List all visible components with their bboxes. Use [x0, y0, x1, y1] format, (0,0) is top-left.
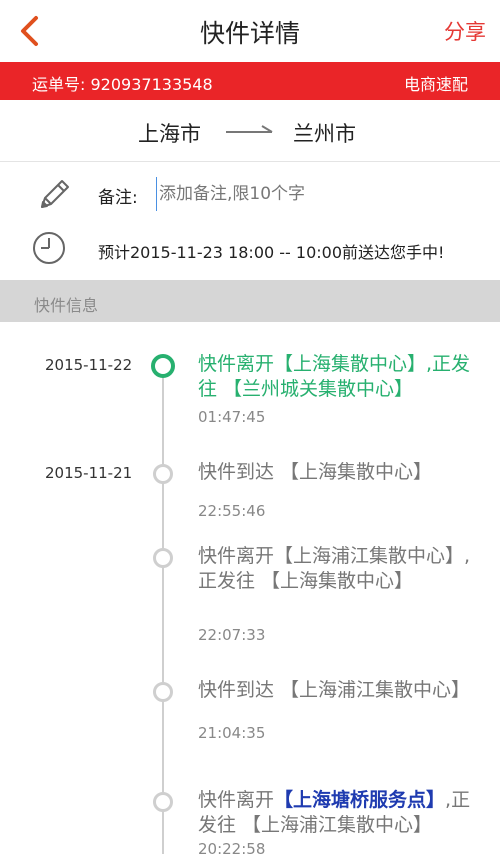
- waybill-number-value: 920937133548: [90, 75, 213, 94]
- event-description: 快件到达 【上海集散中心】: [198, 460, 480, 485]
- event-time: 22:55:46: [198, 502, 266, 520]
- event-highlight: 【上海塘桥服务点】: [274, 789, 446, 811]
- status-dot: [153, 682, 173, 702]
- service-type: 电商速配: [403, 75, 468, 94]
- section-title: 快件信息: [34, 296, 99, 315]
- waybill-number: 运单号: 920937133548: [32, 71, 213, 95]
- tracking-timeline: 2015-11-22 快件离开【上海集散中心】,正发往 【兰州城关集散中心】 01:…: [0, 322, 500, 854]
- note-row: 备注:: [0, 163, 500, 225]
- page-title: 快件详情: [199, 19, 300, 48]
- pencil-icon: [41, 180, 69, 208]
- current-status-dot: [151, 354, 175, 378]
- event-time: 21:04:35: [198, 724, 266, 742]
- waybill-bar: 运单号: 920937133548 电商速配: [0, 62, 500, 100]
- event-description: 快件到达 【上海浦江集散中心】: [198, 678, 480, 703]
- event-text: 快件离开【上海浦江集散中心】,正发往 【上海集散中心】: [198, 545, 471, 592]
- origin-city: 上海市: [138, 122, 201, 146]
- header-bar: 快件详情 分享: [0, 0, 500, 62]
- status-dot: [153, 548, 173, 568]
- section-header: 快件信息: [0, 280, 500, 322]
- event-description: 快件离开【上海浦江集散中心】,正发往 【上海集散中心】: [198, 544, 480, 594]
- eta-row: 预计2015-11-23 18:00 -- 10:00前送达您手中!: [0, 225, 500, 280]
- status-dot: [153, 792, 173, 812]
- event-date: 2015-11-22: [45, 356, 133, 374]
- eta-text: 预计2015-11-23 18:00 -- 10:00前送达您手中!: [98, 243, 445, 262]
- event-description: 快件离开【上海塘桥服务点】,正发往 【上海浦江集散中心】: [198, 788, 480, 838]
- event-text: 快件离开: [198, 789, 275, 811]
- event-text: 快件到达 【上海集散中心】: [198, 461, 433, 483]
- event-date: 2015-11-21: [45, 464, 133, 482]
- destination-city: 兰州市: [293, 122, 356, 146]
- route-row: 上海市 兰州市: [0, 100, 500, 162]
- event-time: 22:07:33: [198, 626, 266, 644]
- status-dot: [153, 464, 173, 484]
- clock-icon: [33, 232, 65, 264]
- share-button[interactable]: 分享: [444, 16, 486, 46]
- event-time: 20:22:58: [198, 840, 266, 854]
- note-label: 备注:: [98, 188, 138, 208]
- event-text: 快件到达 【上海浦江集散中心】: [198, 679, 471, 701]
- event-text: 快件离开【上海集散中心】,正发往 【兰州城关集散中心】: [198, 353, 471, 400]
- waybill-label: 运单号:: [32, 75, 86, 94]
- arrow-right-icon: [226, 125, 273, 133]
- timeline-line: [162, 364, 164, 854]
- event-description: 快件离开【上海集散中心】,正发往 【兰州城关集散中心】: [198, 352, 480, 402]
- note-input[interactable]: [156, 177, 456, 211]
- event-time: 01:47:45: [198, 408, 266, 426]
